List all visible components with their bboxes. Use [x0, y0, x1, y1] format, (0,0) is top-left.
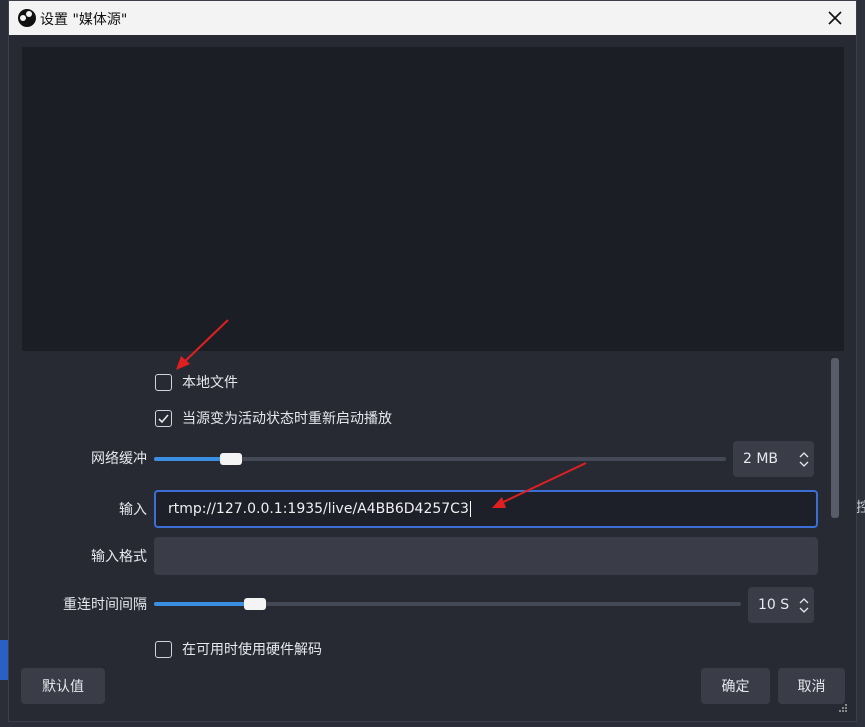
close-button[interactable] [822, 5, 848, 31]
close-icon [828, 11, 842, 25]
chevron-up-icon[interactable] [799, 597, 809, 604]
main-window-selected-edge [0, 640, 8, 680]
input-value: rtmp://127.0.0.1:1935/live/A4BB6D4257C3 [168, 501, 469, 517]
hw-decode-checkbox-row[interactable]: 在可用时使用硬件解码 [155, 639, 322, 659]
check-icon [158, 413, 169, 423]
preview-area [22, 47, 844, 351]
cancel-button[interactable]: 取消 [778, 668, 845, 704]
resize-grip-icon[interactable] [838, 703, 848, 713]
input-format-label: 输入格式 [91, 549, 147, 565]
chevron-up-icon[interactable] [799, 451, 809, 458]
window-title: 设置 "媒体源" [40, 12, 128, 28]
main-window-edge-text: 控 [856, 500, 865, 516]
restart-on-active-label: 当源变为活动状态时重新启动播放 [182, 411, 392, 427]
media-source-settings-dialog: 设置 "媒体源" 本地文件 当源变为活动状态时重新启动播放 网络缓冲 2 MB … [8, 0, 857, 722]
slider-fill [154, 602, 255, 606]
scrollbar[interactable] [831, 358, 839, 518]
restart-on-active-checkbox-row[interactable]: 当源变为活动状态时重新启动播放 [155, 408, 392, 428]
input-label: 输入 [119, 502, 147, 518]
reconnect-interval-spinbox[interactable]: 10 S [748, 587, 814, 623]
chevron-down-icon[interactable] [799, 461, 809, 468]
hw-decode-label: 在可用时使用硬件解码 [182, 642, 322, 658]
network-buffer-value: 2 MB [743, 451, 779, 467]
reconnect-interval-slider[interactable] [154, 595, 741, 613]
network-buffer-label: 网络缓冲 [91, 451, 147, 467]
slider-handle[interactable] [220, 453, 242, 465]
restart-on-active-checkbox[interactable] [155, 409, 172, 427]
title-bar: 设置 "媒体源" [9, 1, 856, 35]
main-window-edge [856, 0, 865, 727]
text-caret [469, 501, 471, 517]
hw-decode-checkbox[interactable] [155, 640, 172, 658]
input-field[interactable]: rtmp://127.0.0.1:1935/live/A4BB6D4257C3 [154, 490, 818, 528]
reconnect-interval-label: 重连时间间隔 [63, 597, 147, 613]
input-format-field[interactable] [154, 537, 818, 575]
reconnect-interval-value: 10 S [758, 597, 790, 613]
local-file-checkbox[interactable] [155, 373, 172, 391]
defaults-button[interactable]: 默认值 [21, 668, 105, 704]
slider-handle[interactable] [244, 598, 266, 610]
chevron-down-icon[interactable] [799, 607, 809, 614]
obs-icon [18, 9, 36, 27]
local-file-label: 本地文件 [182, 375, 238, 391]
local-file-checkbox-row[interactable]: 本地文件 [155, 372, 238, 392]
ok-button[interactable]: 确定 [701, 668, 770, 704]
network-buffer-spinbox[interactable]: 2 MB [733, 441, 814, 477]
network-buffer-slider[interactable] [154, 450, 726, 468]
